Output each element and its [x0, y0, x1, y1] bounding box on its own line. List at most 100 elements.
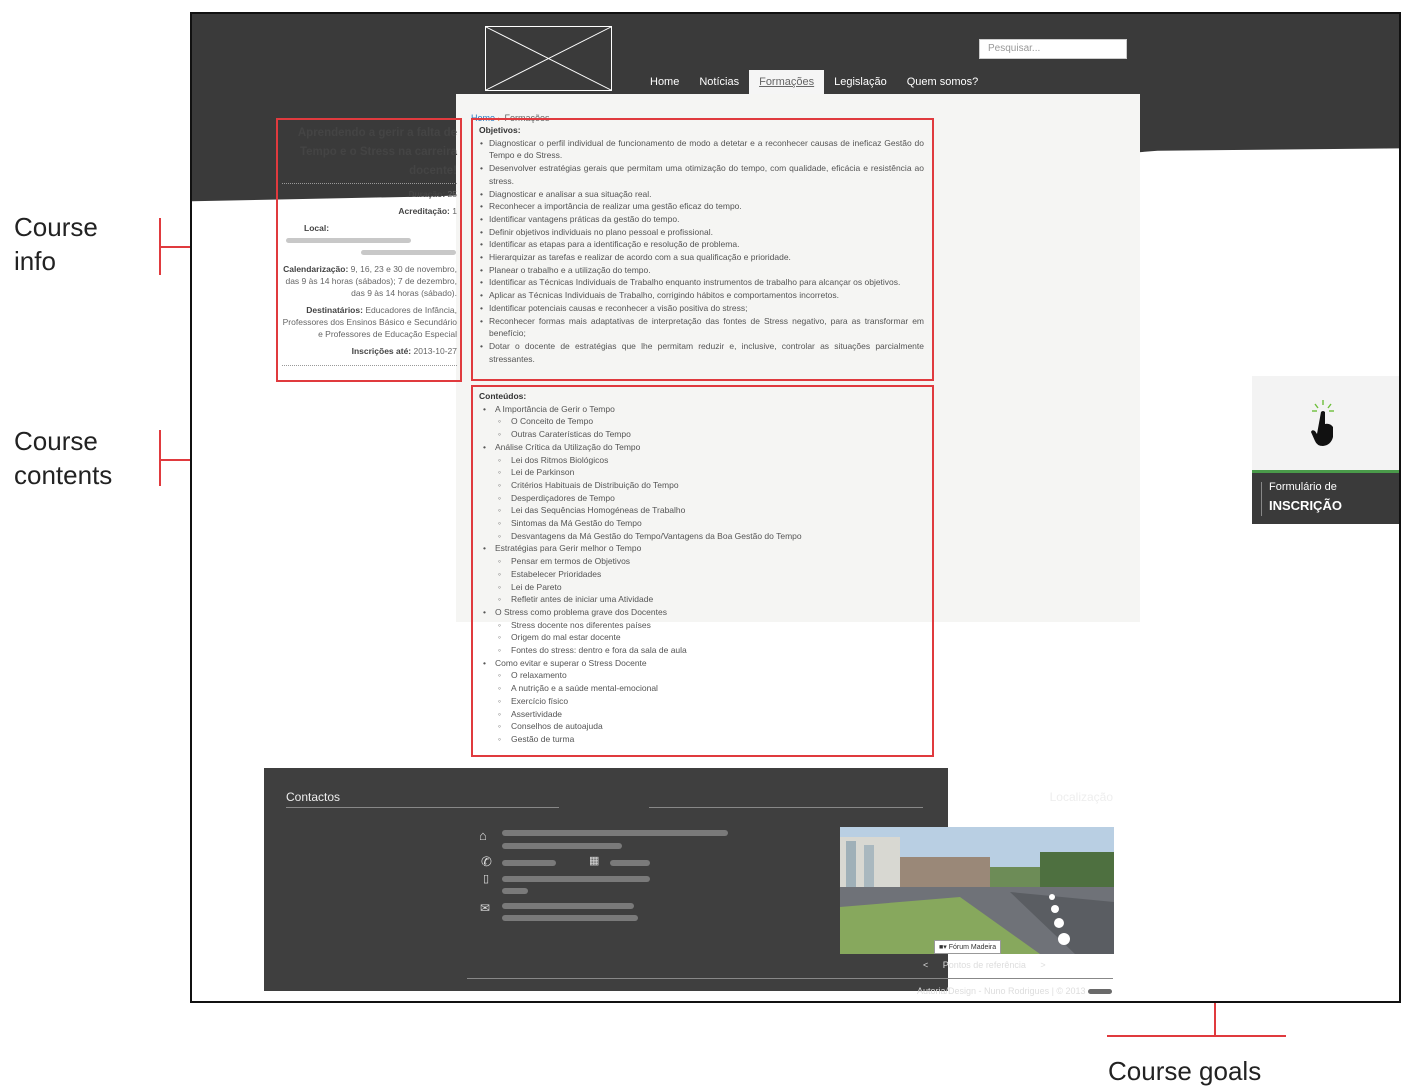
footer-localizacao-heading: Localização: [1049, 790, 1113, 804]
conteudo-subtopic: A nutrição e a saúde mental-emocional: [479, 682, 926, 695]
acreditacao-row: Acreditação: 1: [398, 206, 457, 216]
objetivos-title: Objetivos:: [479, 125, 521, 135]
course-contents-box: Conteúdos: A Importância de Gerir o Temp…: [471, 385, 934, 757]
pointing-hand-icon: [1308, 398, 1338, 448]
annotation-course-contents: Course contents: [14, 426, 113, 490]
home-icon: ⌂: [479, 828, 487, 843]
objetivos-list: Diagnosticar o perfil individual de func…: [479, 137, 924, 366]
footer-contactos-heading: Contactos: [286, 790, 341, 804]
nav-formacoes[interactable]: Formações: [749, 70, 825, 94]
conteudo-subtopic: Sintomas da Má Gestão do Tempo: [479, 517, 926, 530]
objetivo-item: Definir objetivos individuais no plano p…: [479, 226, 924, 239]
conteudo-topic: A Importância de Gerir o Tempo: [479, 403, 926, 416]
address-redacted: [502, 830, 728, 836]
conteudo-subtopic: Stress docente nos diferentes países: [479, 619, 926, 632]
conteudo-topic: O Stress como problema grave dos Docente…: [479, 606, 926, 619]
objetivo-item: Diagnosticar o perfil individual de func…: [479, 137, 924, 162]
course-title: Aprendendo a gerir a falta de Tempo e o …: [282, 124, 457, 184]
email-redacted: [502, 903, 634, 909]
inscricoes-row: Inscrições até: 2013-10-27: [351, 346, 457, 356]
objetivo-item: Identificar as etapas para a identificaç…: [479, 238, 924, 251]
conteudo-subtopic: Critérios Habituais de Distribuição do T…: [479, 479, 926, 492]
conteudo-subtopic: Estabelecer Prioridades: [479, 568, 926, 581]
nav-noticias[interactable]: Notícias: [689, 70, 749, 94]
info-divider: [282, 362, 457, 366]
fax-icon: ▦: [589, 855, 600, 867]
registration-line2: INSCRIÇÃO: [1269, 498, 1342, 513]
destinatarios-row: Destinatários: Educadores de Infância, P…: [282, 305, 457, 339]
conteudo-subtopic: Pensar em termos de Objetivos: [479, 555, 926, 568]
mobile-redacted-2: [502, 888, 528, 894]
conteudo-subtopic: Assertividade: [479, 708, 926, 721]
conteudo-subtopic: Origem do mal estar docente: [479, 631, 926, 644]
conteudo-subtopic: Desperdiçadores de Tempo: [479, 492, 926, 505]
annotation-course-info: Course info: [14, 212, 98, 276]
footer-divider-right: [649, 807, 923, 808]
objetivo-item: Diagnosticar e analisar a sua situação r…: [479, 188, 924, 201]
objetivo-item: Identificar potenciais causas e reconhec…: [479, 302, 924, 315]
map-nav-label[interactable]: Pontos de referência: [943, 960, 1026, 970]
phone-icon: ✆: [481, 854, 492, 869]
map-next-button[interactable]: >: [1040, 960, 1045, 970]
local-redacted-2: [361, 250, 456, 256]
conteudo-subtopic: O Conceito de Tempo: [479, 415, 926, 428]
nav-home[interactable]: Home: [640, 70, 689, 94]
footer-bottom-divider: [467, 978, 1113, 979]
conteudo-subtopic: O relaxamento: [479, 669, 926, 682]
objetivo-item: Identificar vantagens práticas da gestão…: [479, 213, 924, 226]
footer-divider-left: [286, 807, 559, 808]
objetivo-item: Hierarquizar as tarefas e realizar de ac…: [479, 251, 924, 264]
conteudo-subtopic: Lei de Parkinson: [479, 466, 926, 479]
course-goals-box: Objetivos: Diagnosticar o perfil individ…: [471, 118, 934, 381]
mobile-icon: ▯: [483, 873, 490, 885]
registration-line1: Formulário de: [1269, 481, 1337, 493]
conteudo-subtopic: Exercício físico: [479, 695, 926, 708]
conteudo-subtopic: Gestão de turma: [479, 733, 926, 746]
address-redacted-2: [502, 843, 622, 849]
main-nav: Home Notícias Formações Legislação Quem …: [640, 70, 988, 94]
registration-divider: [1261, 482, 1262, 516]
conteudos-title: Conteúdos:: [479, 391, 527, 401]
phone-redacted: [502, 860, 556, 866]
map-caption[interactable]: ■▾ Fórum Madeira: [934, 940, 1002, 954]
map-nav: < Pontos de referência >: [917, 960, 1052, 970]
conteudo-subtopic: Fontes do stress: dentro e fora da sala …: [479, 644, 926, 657]
conteudos-list: A Importância de Gerir o TempoO Conceito…: [479, 403, 926, 746]
conteudo-subtopic: Conselhos de autoajuda: [479, 720, 926, 733]
objetivo-item: Reconhecer a importância de realizar uma…: [479, 200, 924, 213]
objetivo-item: Dotar o docente de estratégias que lhe p…: [479, 340, 924, 365]
map-prev-button[interactable]: <: [923, 960, 928, 970]
local-redacted: [286, 238, 411, 244]
fax-redacted: [610, 860, 650, 866]
annotation-course-goals: Course goals: [1108, 1056, 1262, 1086]
logo-placeholder[interactable]: [485, 26, 612, 91]
nav-legislacao[interactable]: Legislação: [824, 70, 897, 94]
duracao-row: Duração: 25: [408, 189, 457, 199]
conteudo-subtopic: Lei das Sequências Homogéneas de Trabalh…: [479, 504, 926, 517]
footer-credits: Autoria/Design - Nuno Rodrigues | © 2013: [917, 986, 1113, 996]
conteudo-subtopic: Refletir antes de iniciar uma Atividade: [479, 593, 926, 606]
conteudo-topic: Estratégias para Gerir melhor o Tempo: [479, 542, 926, 555]
objetivo-item: Identificar as Técnicas Individuais de T…: [479, 276, 924, 289]
mobile-redacted: [502, 876, 650, 882]
course-info-box: Aprendendo a gerir a falta de Tempo e o …: [276, 118, 462, 382]
objetivo-item: Desenvolver estratégias gerais que permi…: [479, 162, 924, 187]
search-input[interactable]: Pesquisar...: [979, 39, 1127, 59]
conteudo-subtopic: Desvantagens da Má Gestão do Tempo/Vanta…: [479, 530, 926, 543]
conteudo-topic: Análise Crítica da Utilização do Tempo: [479, 441, 926, 454]
annotation-line-goals-h2: [1107, 1035, 1286, 1037]
objetivo-item: Reconhecer formas mais adaptativas de in…: [479, 315, 924, 340]
conteudo-topic: Como evitar e superar o Stress Docente: [479, 657, 926, 670]
annotation-line-contents-v: [159, 430, 161, 486]
location-streetview-image[interactable]: [840, 827, 1114, 954]
streetview-icon: ■▾: [939, 944, 949, 951]
conteudo-subtopic: Outras Caraterísticas do Tempo: [479, 428, 926, 441]
local-row: Local:: [282, 222, 457, 258]
objetivo-item: Planear o trabalho e a utilização do tem…: [479, 264, 924, 277]
calendarizacao-row: Calendarização: 9, 16, 23 e 30 de novemb…: [283, 264, 457, 298]
nav-quem-somos[interactable]: Quem somos?: [897, 70, 989, 94]
email-icon: ✉: [480, 901, 491, 915]
year-redacted: [1088, 989, 1113, 995]
objetivo-item: Aplicar as Técnicas Individuais de Traba…: [479, 289, 924, 302]
email-redacted-2: [502, 915, 638, 921]
